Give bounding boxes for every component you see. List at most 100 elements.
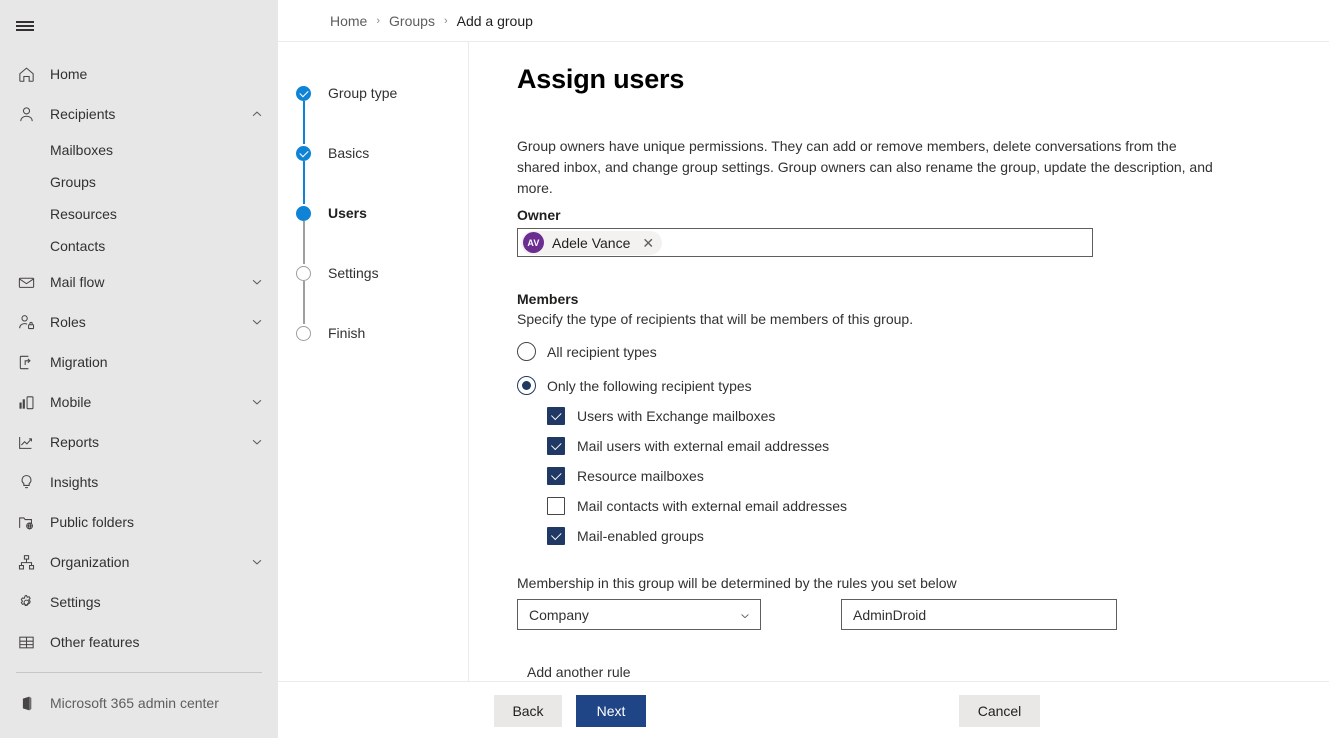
wizard-step-basics[interactable]: Basics bbox=[296, 144, 468, 204]
step-connector bbox=[303, 281, 305, 324]
sidebar-item-mail-flow[interactable]: Mail flow bbox=[0, 262, 278, 302]
close-icon[interactable]: ✕ bbox=[642, 236, 654, 250]
sidebar-item-m365-admin-center[interactable]: Microsoft 365 admin center bbox=[0, 683, 278, 723]
sidebar-item-label: Insights bbox=[50, 474, 99, 490]
sidebar-sub-label: Groups bbox=[50, 174, 96, 190]
radio-label: Only the following recipient types bbox=[547, 377, 752, 394]
checkbox-checked-icon[interactable] bbox=[547, 407, 565, 425]
breadcrumb-item-groups[interactable]: Groups bbox=[389, 13, 435, 29]
chevron-down-icon[interactable] bbox=[250, 275, 264, 289]
wizard-footer: Back Next Cancel bbox=[278, 681, 1329, 738]
chevron-down-icon[interactable] bbox=[250, 555, 264, 569]
sidebar-item-other-features[interactable]: Other features bbox=[0, 622, 278, 662]
next-button[interactable]: Next bbox=[576, 695, 646, 727]
recipient-type-checkbox-list: Users with Exchange mailboxes Mail users… bbox=[517, 407, 1329, 545]
chevron-down-icon[interactable] bbox=[250, 315, 264, 329]
back-button[interactable]: Back bbox=[494, 695, 562, 727]
checkbox-checked-icon[interactable] bbox=[547, 527, 565, 545]
wizard-step-rail: Group type Basics Users Settings Finish bbox=[278, 42, 469, 681]
sidebar-item-resources[interactable]: Resources bbox=[0, 198, 278, 230]
radio-button[interactable] bbox=[517, 342, 536, 361]
checkbox-label: Resource mailboxes bbox=[577, 468, 704, 484]
breadcrumb-separator-icon: › bbox=[443, 14, 448, 27]
members-heading: Members bbox=[517, 291, 579, 307]
person-lock-icon bbox=[16, 312, 36, 332]
nav-list: Home Recipients Mailboxes Groups Resourc… bbox=[0, 54, 278, 723]
step-pending-icon bbox=[296, 326, 311, 341]
step-current-icon bbox=[296, 206, 311, 221]
sidebar-item-groups[interactable]: Groups bbox=[0, 166, 278, 198]
sidebar-item-home[interactable]: Home bbox=[0, 54, 278, 94]
sidebar-item-mobile[interactable]: Mobile bbox=[0, 382, 278, 422]
radio-only-following-recipient-types[interactable]: Only the following recipient types bbox=[517, 376, 1329, 395]
checkbox-unchecked-icon[interactable] bbox=[547, 497, 565, 515]
owner-chip[interactable]: AV Adele Vance ✕ bbox=[521, 230, 663, 255]
rule-attribute-select[interactable]: Company bbox=[517, 599, 761, 630]
breadcrumb-item-home[interactable]: Home bbox=[330, 13, 367, 29]
avatar: AV bbox=[523, 232, 544, 253]
wizard-step-users[interactable]: Users bbox=[296, 204, 468, 264]
wizard-step-finish[interactable]: Finish bbox=[296, 324, 468, 342]
sidebar-sub-label: Resources bbox=[50, 206, 117, 222]
wizard-step-label: Finish bbox=[328, 325, 366, 341]
sidebar-item-mailboxes[interactable]: Mailboxes bbox=[0, 134, 278, 166]
wizard-step-label: Group type bbox=[328, 85, 398, 101]
wizard-body: Group type Basics Users Settings Finish … bbox=[278, 42, 1329, 681]
checkbox-mail-users-external[interactable]: Mail users with external email addresses bbox=[517, 437, 1329, 455]
rule-value-input[interactable] bbox=[841, 599, 1117, 630]
sidebar-item-insights[interactable]: Insights bbox=[0, 462, 278, 502]
sidebar-item-reports[interactable]: Reports bbox=[0, 422, 278, 462]
sidebar-item-contacts[interactable]: Contacts bbox=[0, 230, 278, 262]
cancel-button[interactable]: Cancel bbox=[959, 695, 1040, 727]
sidebar-item-label: Reports bbox=[50, 434, 100, 450]
sidebar-item-roles[interactable]: Roles bbox=[0, 302, 278, 342]
sidebar-item-label: Recipients bbox=[50, 106, 116, 122]
chevron-down-icon[interactable] bbox=[250, 395, 264, 409]
checkbox-checked-icon[interactable] bbox=[547, 467, 565, 485]
person-icon bbox=[16, 104, 36, 124]
sidebar-item-label: Migration bbox=[50, 354, 108, 370]
grid-icon bbox=[16, 632, 36, 652]
sidebar-item-migration[interactable]: Migration bbox=[0, 342, 278, 382]
chevron-down-icon[interactable] bbox=[739, 609, 751, 621]
lightbulb-icon bbox=[16, 472, 36, 492]
sidebar-item-settings[interactable]: Settings bbox=[0, 582, 278, 622]
checkbox-mail-contacts-external[interactable]: Mail contacts with external email addres… bbox=[517, 497, 1329, 515]
owner-input[interactable]: AV Adele Vance ✕ bbox=[517, 228, 1093, 257]
sidebar-item-label: Roles bbox=[50, 314, 86, 330]
sidebar-sub-label: Contacts bbox=[50, 238, 106, 254]
add-another-rule-link[interactable]: Add another rule bbox=[527, 664, 631, 680]
sidebar-item-label: Organization bbox=[50, 554, 130, 570]
step-connector bbox=[303, 101, 305, 144]
envelope-icon bbox=[16, 272, 36, 292]
chevron-down-icon[interactable] bbox=[250, 435, 264, 449]
breadcrumb-separator-icon: › bbox=[376, 14, 381, 27]
rule-row: Company bbox=[517, 599, 1329, 630]
sidebar-item-label: Mail flow bbox=[50, 274, 105, 290]
wizard-step-label: Settings bbox=[328, 265, 379, 281]
checkbox-checked-icon[interactable] bbox=[547, 437, 565, 455]
checkbox-mail-enabled-groups[interactable]: Mail-enabled groups bbox=[517, 527, 1329, 545]
wizard-steps: Group type Basics Users Settings Finish bbox=[278, 84, 468, 342]
step-complete-icon bbox=[296, 146, 311, 161]
radio-button-selected[interactable] bbox=[517, 376, 536, 395]
sidebar-item-recipients[interactable]: Recipients bbox=[0, 94, 278, 134]
wizard-step-label: Users bbox=[328, 205, 367, 221]
radio-all-recipient-types[interactable]: All recipient types bbox=[517, 342, 1329, 361]
page-title: Assign users bbox=[517, 64, 685, 94]
sidebar-item-public-folders[interactable]: Public folders bbox=[0, 502, 278, 542]
checkbox-users-with-exchange-mailboxes[interactable]: Users with Exchange mailboxes bbox=[517, 407, 1329, 425]
wizard-step-settings[interactable]: Settings bbox=[296, 264, 468, 324]
radio-label: All recipient types bbox=[547, 343, 657, 360]
migration-icon bbox=[16, 352, 36, 372]
intro-text: Group owners have unique permissions. Th… bbox=[517, 138, 1213, 196]
wizard-step-group-type[interactable]: Group type bbox=[296, 84, 468, 144]
chevron-up-icon[interactable] bbox=[250, 107, 264, 121]
sidebar-item-label: Microsoft 365 admin center bbox=[50, 695, 219, 711]
hamburger-icon[interactable] bbox=[0, 6, 48, 46]
sidebar-item-label: Settings bbox=[50, 594, 101, 610]
sidebar-item-organization[interactable]: Organization bbox=[0, 542, 278, 582]
checkbox-resource-mailboxes[interactable]: Resource mailboxes bbox=[517, 467, 1329, 485]
left-nav-sidebar: Home Recipients Mailboxes Groups Resourc… bbox=[0, 0, 278, 738]
checkbox-label: Mail users with external email addresses bbox=[577, 438, 830, 454]
